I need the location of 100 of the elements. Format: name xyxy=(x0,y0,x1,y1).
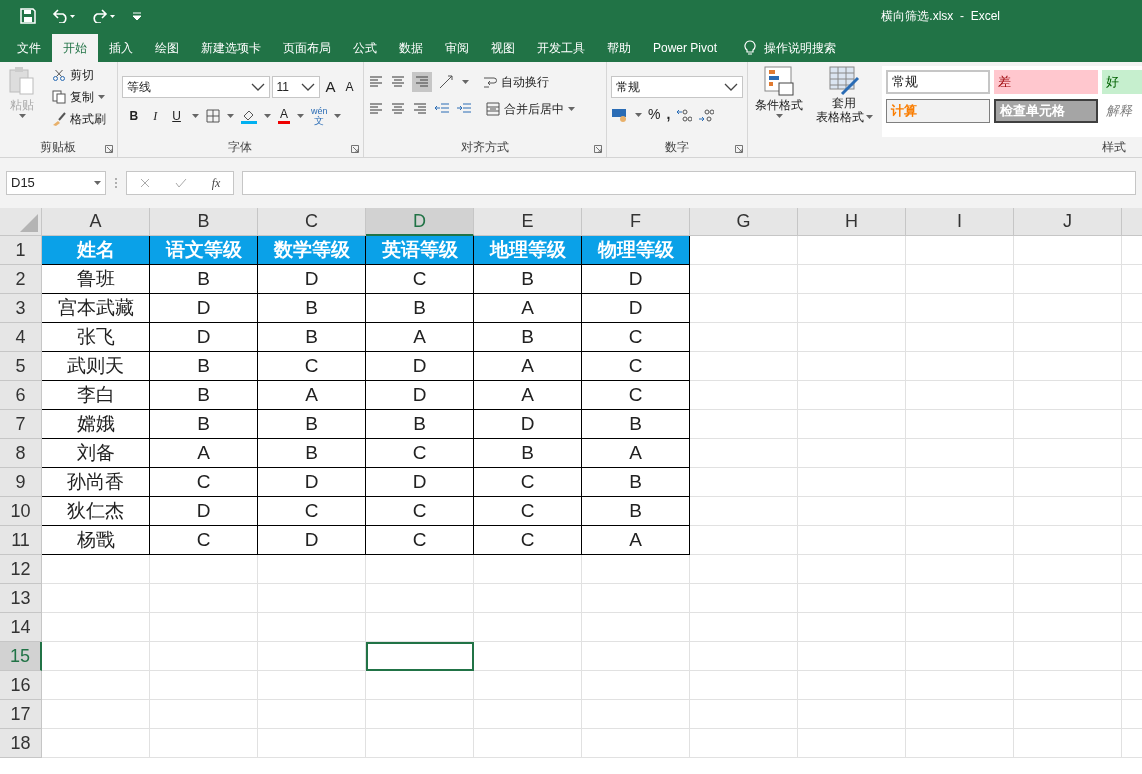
column-header[interactable]: E xyxy=(474,208,582,236)
cell-style-item[interactable]: 常规 xyxy=(886,70,990,94)
table-cell: C xyxy=(474,468,582,497)
row-header[interactable]: 11 xyxy=(0,526,42,555)
ribbon-tab[interactable]: 审阅 xyxy=(434,34,480,62)
row-header[interactable]: 15 xyxy=(0,642,42,671)
cell-style-item[interactable]: 好 xyxy=(1102,70,1142,94)
ribbon-tab[interactable]: 公式 xyxy=(342,34,388,62)
row-header[interactable]: 6 xyxy=(0,381,42,410)
number-format-field[interactable]: 常规 xyxy=(611,76,743,98)
caret-icon xyxy=(98,95,105,99)
table-cell: B xyxy=(474,439,582,468)
row-header[interactable]: 10 xyxy=(0,497,42,526)
shrink-font-button[interactable]: A xyxy=(341,78,358,97)
align-left-icon[interactable] xyxy=(368,74,385,90)
group-label: 样式 xyxy=(1101,139,1127,156)
grow-font-button[interactable]: A xyxy=(321,76,340,99)
column-header[interactable]: C xyxy=(258,208,366,236)
dialog-launcher-icon[interactable] xyxy=(351,145,360,153)
check-icon[interactable] xyxy=(174,178,187,188)
row-header[interactable]: 14 xyxy=(0,613,42,642)
align-right-icon[interactable] xyxy=(412,101,429,117)
dialog-launcher-icon[interactable] xyxy=(735,145,743,153)
row-header[interactable]: 9 xyxy=(0,468,42,497)
cell-style-item[interactable]: 差 xyxy=(994,70,1098,94)
ribbon-tab[interactable]: 新建选项卡 xyxy=(190,34,272,62)
percent-button[interactable]: % xyxy=(648,104,661,125)
formula-input[interactable] xyxy=(242,171,1136,195)
column-header[interactable]: B xyxy=(150,208,258,236)
table-cell: C xyxy=(366,497,474,526)
save-icon[interactable] xyxy=(20,8,36,24)
ribbon-tab[interactable]: 页面布局 xyxy=(272,34,342,62)
row-header[interactable]: 12 xyxy=(0,555,42,584)
ribbon-tab[interactable]: 插入 xyxy=(98,34,144,62)
column-header[interactable]: G xyxy=(690,208,798,236)
row-header[interactable]: 5 xyxy=(0,352,42,381)
column-header[interactable]: H xyxy=(798,208,906,236)
font-size-field[interactable]: 11 xyxy=(271,76,320,99)
customize-icon[interactable] xyxy=(132,12,142,20)
underline-button[interactable]: U xyxy=(168,106,185,125)
row-header[interactable]: 16 xyxy=(0,671,42,700)
row-header[interactable]: 4 xyxy=(0,323,42,352)
borders-icon[interactable] xyxy=(205,108,220,123)
ribbon-tab[interactable]: 视图 xyxy=(480,34,526,62)
column-header[interactable]: F xyxy=(582,208,690,236)
wrap-text-button[interactable]: 自动换行 xyxy=(501,73,550,91)
column-header[interactable]: J xyxy=(1014,208,1122,236)
table-cell: C xyxy=(474,497,582,526)
group-label: 字体 xyxy=(228,139,253,156)
merge-center-button[interactable]: 合并后居中 xyxy=(504,100,565,118)
ribbon-tab[interactable]: 开发工具 xyxy=(526,34,596,62)
tell-me-search[interactable]: 操作说明搜索 xyxy=(764,39,837,57)
redo-icon[interactable] xyxy=(92,9,116,23)
align-left-icon[interactable] xyxy=(368,101,385,117)
font-name-field[interactable]: 等线 xyxy=(121,76,270,99)
ribbon-tab[interactable]: Power Pivot xyxy=(642,34,729,62)
insert-function-button[interactable]: fx xyxy=(211,174,221,192)
row-header[interactable]: 17 xyxy=(0,700,42,729)
table-cell: C xyxy=(366,439,474,468)
format-as-table-button[interactable]: 套用 表格格式 xyxy=(814,66,874,137)
row-header[interactable]: 7 xyxy=(0,410,42,439)
cancel-icon[interactable] xyxy=(139,178,150,188)
table-cell: 武则天 xyxy=(42,352,150,381)
ribbon-tab[interactable]: 帮助 xyxy=(596,34,642,62)
column-header[interactable]: I xyxy=(906,208,1014,236)
ribbon-tab[interactable]: 绘图 xyxy=(144,34,190,62)
dialog-launcher-icon[interactable] xyxy=(594,145,602,153)
column-header[interactable]: A xyxy=(42,208,150,236)
row-header[interactable]: 8 xyxy=(0,439,42,468)
decrease-indent-icon[interactable] xyxy=(434,102,451,116)
format-painter-button[interactable]: 格式刷 xyxy=(70,110,106,128)
caret-icon xyxy=(568,107,576,111)
row-header[interactable]: 13 xyxy=(0,584,42,613)
row-header[interactable]: 1 xyxy=(0,236,42,265)
column-header[interactable]: D xyxy=(366,208,474,236)
align-center-icon[interactable] xyxy=(390,74,407,90)
currency-icon[interactable] xyxy=(611,106,629,123)
ribbon-tab[interactable]: 数据 xyxy=(388,34,434,62)
cut-button[interactable]: 剪切 xyxy=(70,66,94,84)
row-header[interactable]: 3 xyxy=(0,294,42,323)
comma-button[interactable]: , xyxy=(666,104,671,125)
ribbon-tab[interactable]: 文件 xyxy=(6,34,52,62)
name-box[interactable]: D15 xyxy=(6,171,106,195)
undo-icon[interactable] xyxy=(52,9,76,23)
align-right-icon[interactable] xyxy=(414,74,431,90)
conditional-format-button[interactable]: 条件格式 xyxy=(752,66,806,137)
increase-indent-icon[interactable] xyxy=(456,102,473,116)
increase-decimal-icon[interactable] xyxy=(676,107,693,122)
align-center-icon[interactable] xyxy=(390,101,407,117)
copy-button[interactable]: 复制 xyxy=(70,88,94,106)
font-color-button[interactable]: A xyxy=(277,107,290,124)
row-header[interactable]: 18 xyxy=(0,729,42,758)
row-header[interactable]: 2 xyxy=(0,265,42,294)
phonetic-button[interactable]: wén 文 xyxy=(310,106,328,125)
decrease-decimal-icon[interactable] xyxy=(698,107,715,122)
table-cell: C xyxy=(150,526,258,555)
ribbon-tab[interactable]: 开始 xyxy=(52,34,98,62)
dialog-launcher-icon[interactable] xyxy=(104,145,113,153)
bold-button[interactable]: B xyxy=(125,106,143,125)
italic-button[interactable]: I xyxy=(149,106,162,125)
